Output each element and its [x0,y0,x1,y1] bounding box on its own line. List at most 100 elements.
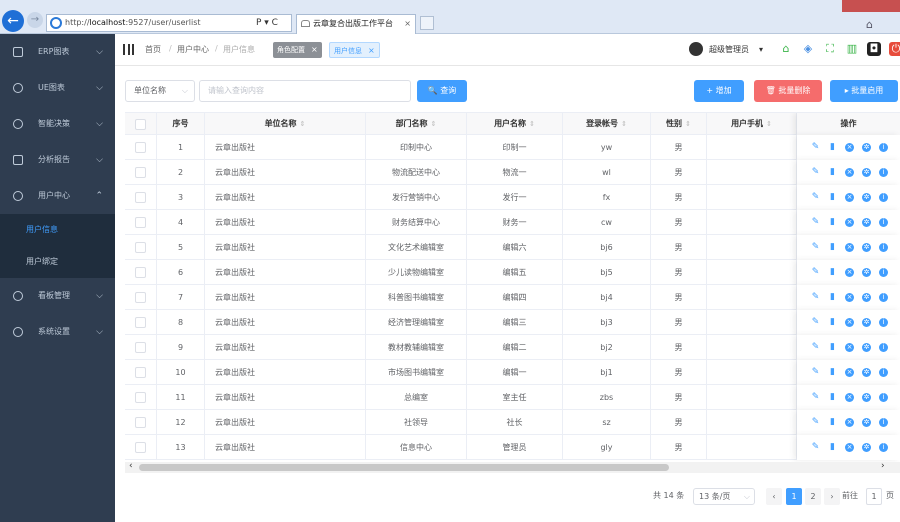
disable-icon[interactable]: × [845,443,854,452]
disable-icon[interactable]: × [845,368,854,377]
theme-icon[interactable]: ◘ [867,42,881,56]
scroll-right-icon[interactable]: › [881,461,885,471]
table-row[interactable]: 12 云章出版社 社领导 社长 sz 男 ✎ ▮ × ✲ i [125,410,900,435]
edit-icon[interactable]: ✎ [811,418,820,427]
edit-icon[interactable]: ✎ [811,368,820,377]
disable-icon[interactable]: × [845,293,854,302]
sidebar-item-erp[interactable]: ERP图表 ⌵ [0,34,115,70]
table-row[interactable]: 1 云章出版社 印制中心 印制一 yw 男 ✎ ▮ × ✲ i [125,135,900,160]
column-header-name[interactable]: 用户名称 ⇕ [467,113,563,135]
row-checkbox[interactable] [135,267,146,278]
sidebar-subitem-user-bind[interactable]: 用户绑定 [0,246,115,278]
disable-icon[interactable]: × [845,218,854,227]
table-row[interactable]: 2 云章出版社 物流配送中心 物流一 wl 男 ✎ ▮ × ✲ i [125,160,900,185]
info-icon[interactable]: i [879,368,888,377]
browser-back-button[interactable]: ← [2,10,24,32]
edit-icon[interactable]: ✎ [811,243,820,252]
horizontal-scrollbar[interactable]: ‹ › [125,461,900,473]
fullscreen-icon[interactable]: ⛶ [823,42,837,56]
sort-icon[interactable]: ⇕ [766,120,772,128]
column-header-unit[interactable]: 单位名称 ⇕ [205,113,366,135]
breadcrumb-home[interactable]: 首页 [145,44,161,55]
delete-icon[interactable]: ▮ [828,418,837,427]
next-page-button[interactable]: › [824,488,840,505]
column-header-gender[interactable]: 性别 ⇕ [651,113,707,135]
table-row[interactable]: 8 云章出版社 经济管理编辑室 编辑三 bj3 男 ✎ ▮ × ✲ i [125,310,900,335]
delete-icon[interactable]: ▮ [828,343,837,352]
settings-icon[interactable]: ✲ [862,268,871,277]
layers-icon[interactable]: ◈ [801,42,815,56]
sidebar-item-ue[interactable]: UE图表 ⌵ [0,70,115,106]
disable-icon[interactable]: × [845,418,854,427]
info-icon[interactable]: i [879,243,888,252]
prev-page-button[interactable]: ‹ [766,488,782,505]
info-icon[interactable]: i [879,343,888,352]
delete-icon[interactable]: ▮ [828,268,837,277]
scroll-left-icon[interactable]: ‹ [129,461,133,471]
row-checkbox[interactable] [135,242,146,253]
settings-icon[interactable]: ✲ [862,193,871,202]
row-checkbox[interactable] [135,142,146,153]
select-all-checkbox[interactable] [135,119,146,130]
sort-icon[interactable]: ⇕ [300,120,306,128]
row-checkbox[interactable] [135,217,146,228]
browser-home-icon[interactable]: ⌂ [866,18,873,31]
info-icon[interactable]: i [879,193,888,202]
delete-icon[interactable]: ▮ [828,368,837,377]
edit-icon[interactable]: ✎ [811,268,820,277]
disable-icon[interactable]: × [845,143,854,152]
settings-icon[interactable]: ✲ [862,418,871,427]
column-header-phone[interactable]: 用户手机 ⇕ [707,113,797,135]
breadcrumb-user-center[interactable]: 用户中心 [177,44,209,55]
scrollbar-thumb[interactable] [139,464,669,471]
delete-icon[interactable]: ▮ [828,243,837,252]
disable-icon[interactable]: × [845,168,854,177]
row-checkbox[interactable] [135,317,146,328]
delete-icon[interactable]: ▮ [828,143,837,152]
settings-icon[interactable]: ✲ [862,343,871,352]
delete-icon[interactable]: ▮ [828,443,837,452]
tag-close-icon[interactable]: × [311,45,318,54]
table-row[interactable]: 6 云章出版社 少儿读物编辑室 编辑五 bj5 男 ✎ ▮ × ✲ i [125,260,900,285]
browser-forward-button[interactable]: → [27,12,43,28]
page-1-button[interactable]: 1 [786,488,802,505]
tag-close-icon[interactable]: × [368,46,375,55]
info-icon[interactable]: i [879,293,888,302]
table-row[interactable]: 7 云章出版社 科普图书编辑室 编辑四 bj4 男 ✎ ▮ × ✲ i [125,285,900,310]
logout-icon[interactable]: ⏻ [889,42,900,56]
row-checkbox[interactable] [135,192,146,203]
info-icon[interactable]: i [879,168,888,177]
delete-icon[interactable]: ▮ [828,318,837,327]
edit-icon[interactable]: ✎ [811,218,820,227]
row-checkbox[interactable] [135,442,146,453]
settings-icon[interactable]: ✲ [862,243,871,252]
tag-user-info[interactable]: 用户信息 × [329,42,380,58]
page-size-select[interactable]: 13 条/页 ⌵ [693,488,755,505]
table-row[interactable]: 9 云章出版社 教材教辅编辑室 编辑二 bj2 男 ✎ ▮ × ✲ i [125,335,900,360]
batch-delete-button[interactable]: 🗑 批量删除 [754,80,822,102]
row-checkbox[interactable] [135,167,146,178]
disable-icon[interactable]: × [845,343,854,352]
sidebar-item-report[interactable]: 分析报告 ⌵ [0,142,115,178]
info-icon[interactable]: i [879,393,888,402]
filter-field-select[interactable]: 单位名称 ⌵ [125,80,195,102]
new-tab-button[interactable] [420,16,434,30]
edit-icon[interactable]: ✎ [811,293,820,302]
sidebar-item-user-center[interactable]: 用户中心 ⌃ [0,178,115,214]
home-icon[interactable]: ⌂ [779,42,793,56]
batch-enable-button[interactable]: ▸ 批量启用 [830,80,898,102]
table-row[interactable]: 4 云章出版社 财务结算中心 财务一 cw 男 ✎ ▮ × ✲ i [125,210,900,235]
sidebar-item-dashboard[interactable]: 看板管理 ⌵ [0,278,115,314]
sort-icon[interactable]: ⇕ [685,120,691,128]
delete-icon[interactable]: ▮ [828,218,837,227]
bar-chart-icon[interactable]: ▥ [845,42,859,56]
disable-icon[interactable]: × [845,393,854,402]
user-name[interactable]: 超级管理员 [709,42,749,58]
column-header-dept[interactable]: 部门名称 ⇕ [366,113,467,135]
column-header-account[interactable]: 登录帐号 ⇕ [563,113,651,135]
settings-icon[interactable]: ✲ [862,318,871,327]
table-row[interactable]: 10 云章出版社 市场图书编辑室 编辑一 bj1 男 ✎ ▮ × ✲ i [125,360,900,385]
search-button[interactable]: 🔍 查询 [417,80,467,102]
settings-icon[interactable]: ✲ [862,293,871,302]
hamburger-icon[interactable] [123,44,134,55]
